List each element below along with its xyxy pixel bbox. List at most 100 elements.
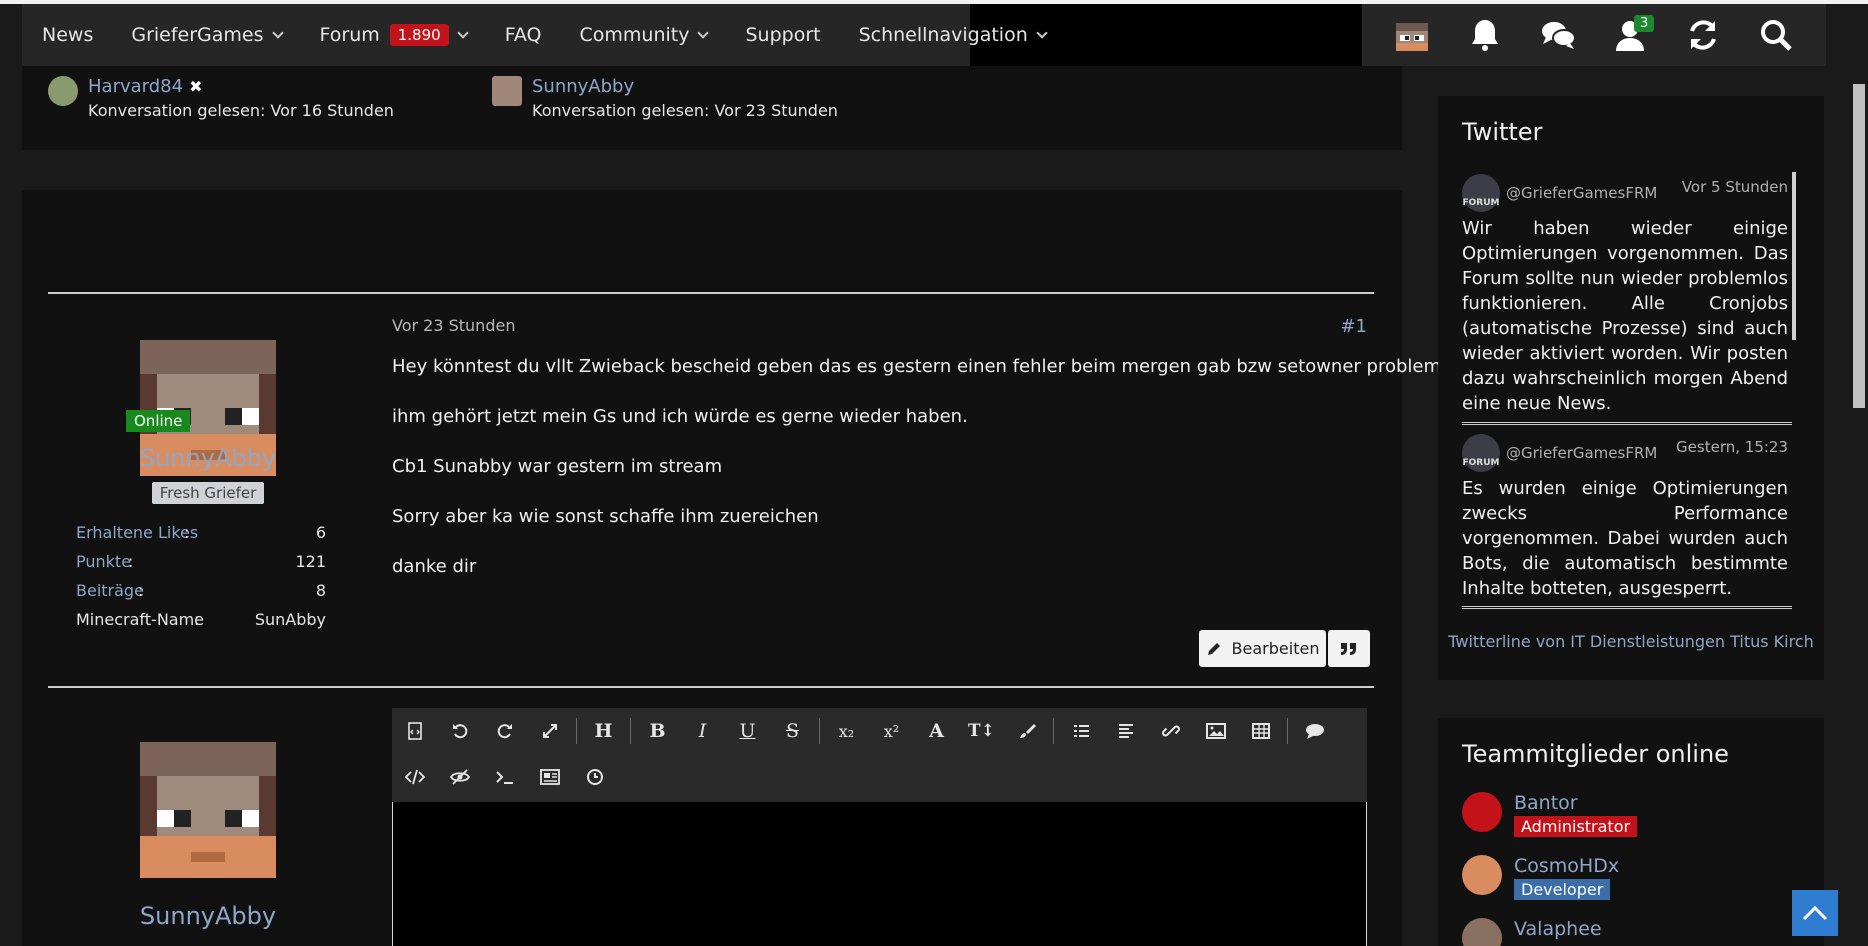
member-role-badge: Administrator: [1514, 816, 1638, 837]
align-icon[interactable]: [1103, 708, 1148, 754]
redo-icon[interactable]: [482, 708, 527, 754]
user-rank-badge: Fresh Griefer: [151, 482, 265, 504]
stat-label[interactable]: Punkte: [76, 552, 131, 571]
user-avatar-icon[interactable]: [1390, 13, 1434, 57]
spoiler-icon[interactable]: [437, 754, 482, 800]
author-stats: Erhaltene Likes:6 Punkte:121 Beiträge:8 …: [76, 518, 326, 634]
reply-textarea[interactable]: [392, 802, 1367, 946]
page-scrollbar[interactable]: [1850, 66, 1868, 946]
strikethrough-icon[interactable]: S: [770, 708, 815, 754]
bell-icon[interactable]: [1463, 13, 1507, 57]
color-icon[interactable]: [1004, 708, 1049, 754]
user-icon[interactable]: 3: [1608, 13, 1655, 57]
stat-value: 6: [315, 523, 326, 542]
heading-icon[interactable]: H: [581, 708, 626, 754]
tweet-user[interactable]: @GrieferGamesFRM: [1506, 184, 1657, 202]
post-paragraph: Cb1 Sunabby war gestern im stream: [392, 456, 723, 477]
divider: [48, 292, 1374, 294]
table-icon[interactable]: [1238, 708, 1283, 754]
nav-support[interactable]: Support: [745, 24, 820, 46]
quote-button[interactable]: [1328, 630, 1370, 667]
member-name[interactable]: CosmoHDx: [1514, 855, 1619, 877]
font-icon[interactable]: A: [914, 708, 959, 754]
remove-participant-icon[interactable]: ✖: [189, 77, 202, 96]
member-name[interactable]: Valaphee: [1514, 918, 1602, 940]
search-icon[interactable]: [1754, 13, 1798, 57]
twitterline-link[interactable]: Twitterline von IT Dienstleistungen Titu…: [1438, 632, 1824, 651]
nav-griefergames[interactable]: GrieferGames: [131, 24, 284, 46]
nav-news[interactable]: News: [42, 24, 93, 46]
tweet-time[interactable]: Vor 5 Stunden: [1682, 178, 1788, 196]
member-name[interactable]: Bantor: [1514, 792, 1637, 814]
top-navbar: News GrieferGames Forum 1.890 FAQ Communi…: [22, 4, 1826, 66]
terminal-icon[interactable]: [482, 754, 527, 800]
toolbar-separator: [630, 718, 631, 744]
stat-posts: Beiträge: 8: [76, 576, 326, 605]
post-message: Vor 23 Stunden #1 Hey könntest du vllt Z…: [392, 316, 1441, 676]
list-icon[interactable]: [1058, 708, 1103, 754]
team-online-box: Teammitglieder online Bantor Administrat…: [1438, 718, 1824, 946]
avatar[interactable]: [1462, 918, 1502, 946]
post-author-name[interactable]: SunnyAbby: [48, 444, 368, 472]
clock-icon[interactable]: [572, 754, 617, 800]
nav-community-label: Community: [579, 24, 690, 46]
post-paragraph: Hey könntest du vllt Zwieback bescheid g…: [392, 356, 1442, 377]
member-role-badge: Developer: [1514, 879, 1611, 900]
nav-forum[interactable]: Forum 1.890: [320, 24, 469, 46]
nav-faq[interactable]: FAQ: [505, 24, 542, 46]
tweet-text: Es wurden einige Optimierungen zwecks Pe…: [1462, 478, 1788, 599]
avatar[interactable]: [1462, 855, 1502, 895]
nav-griefergames-label: GrieferGames: [131, 24, 264, 46]
tweet-user[interactable]: @GrieferGamesFRM: [1506, 444, 1657, 462]
tweet-scrollbar[interactable]: [1792, 172, 1796, 340]
main-menu: News GrieferGames Forum 1.890 FAQ Communi…: [22, 4, 1048, 66]
subscript-icon[interactable]: x₂: [824, 708, 869, 754]
undo-icon[interactable]: [437, 708, 482, 754]
source-icon[interactable]: [392, 708, 437, 754]
scrollbar-thumb[interactable]: [1853, 84, 1865, 408]
avatar[interactable]: [1462, 792, 1502, 832]
post-time[interactable]: Vor 23 Stunden: [392, 316, 1367, 335]
team-member: CosmoHDx Developer: [1462, 855, 1619, 900]
stat-colon: :: [128, 551, 134, 571]
toolbar-separator: [576, 718, 577, 744]
user-notification-count: 3: [1634, 15, 1655, 32]
reader-name[interactable]: Harvard84: [88, 76, 183, 97]
reply-author-avatar[interactable]: [140, 742, 276, 878]
stat-value: 121: [295, 552, 326, 571]
edit-button[interactable]: Bearbeiten: [1199, 630, 1326, 667]
post-paragraph: danke dir: [392, 556, 477, 577]
stat-label[interactable]: Erhaltene Likes: [76, 523, 198, 542]
post-number-link[interactable]: #1: [1340, 316, 1367, 337]
tweet-text: Wir haben wieder einige Optimierungen vo…: [1462, 218, 1788, 414]
image-icon[interactable]: [1193, 708, 1238, 754]
bold-icon[interactable]: B: [635, 708, 680, 754]
reader-name[interactable]: SunnyAbby: [532, 76, 634, 97]
scroll-to-top-button[interactable]: [1792, 890, 1838, 936]
media-icon[interactable]: [527, 754, 572, 800]
font-size-icon[interactable]: T↕: [959, 708, 1004, 754]
avatar[interactable]: [48, 76, 78, 106]
reply-author-name[interactable]: SunnyAbby: [48, 902, 368, 930]
nav-news-label: News: [42, 24, 94, 46]
nav-schnellnavigation[interactable]: Schnellnavigation: [859, 24, 1048, 46]
link-icon[interactable]: [1148, 708, 1193, 754]
tweet-time[interactable]: Gestern, 15:23: [1676, 438, 1788, 456]
nav-community[interactable]: Community: [579, 24, 710, 46]
stat-value: 8: [315, 581, 326, 600]
post-paragraph: ihm gehört jetzt mein Gs und ich würde e…: [392, 406, 968, 427]
italic-icon[interactable]: I: [680, 708, 725, 754]
chat-icon[interactable]: [1536, 13, 1580, 57]
stat-colon: :: [138, 581, 144, 600]
quote-icon[interactable]: [1292, 708, 1337, 754]
user-panel: 3: [1362, 4, 1826, 66]
refresh-icon[interactable]: [1681, 13, 1725, 57]
fullscreen-icon[interactable]: [527, 708, 572, 754]
chevron-down-icon: [697, 27, 710, 39]
toolbar-row: H B I U Sx₂ x² A T↕: [392, 708, 1337, 754]
superscript-icon[interactable]: x²: [869, 708, 914, 754]
avatar[interactable]: [492, 76, 522, 106]
code-icon[interactable]: [392, 754, 437, 800]
stat-label[interactable]: Beiträge: [76, 581, 144, 600]
underline-icon[interactable]: U: [725, 708, 770, 754]
